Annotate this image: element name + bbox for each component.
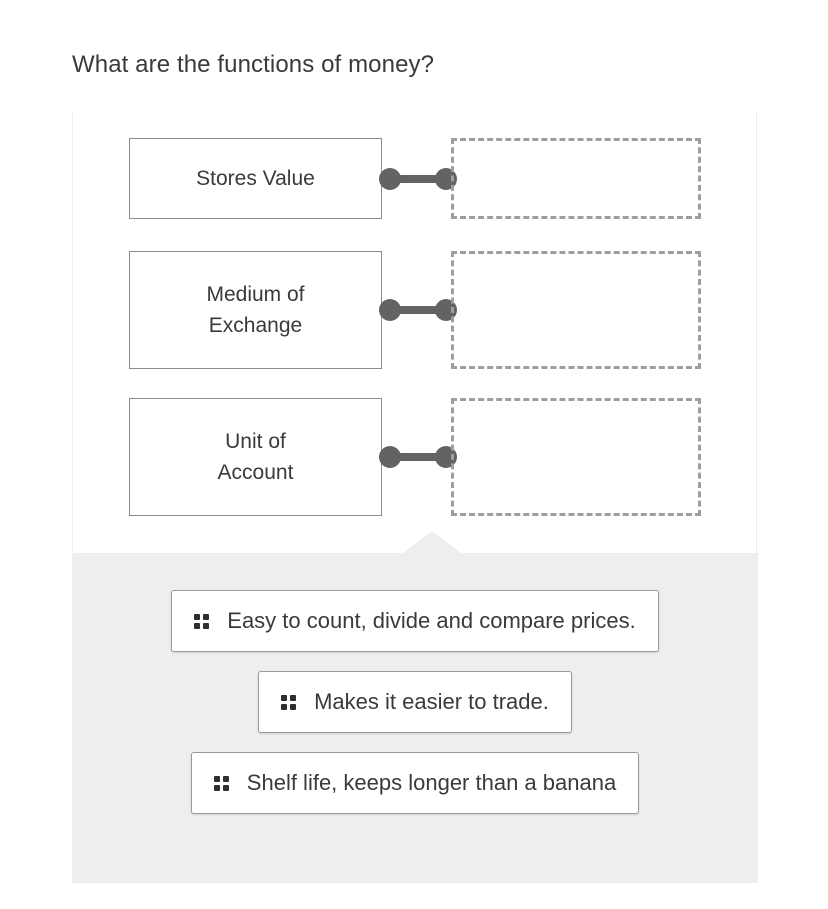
connector-bar <box>395 175 441 183</box>
drag-handle-dots-icon[interactable] <box>194 613 210 629</box>
matching-panel: Stores Value Medium of Exchange Unit of … <box>72 112 757 553</box>
connector-bar <box>395 306 441 314</box>
answer-option-label: Shelf life, keeps longer than a banana <box>246 770 617 795</box>
answer-option-card[interactable]: Easy to count, divide and compare prices… <box>171 590 659 652</box>
dumbbell-connector-icon <box>379 299 457 321</box>
prompt-box-unit-of-account: Unit of Account <box>129 398 382 516</box>
answer-option-label: Makes it easier to trade. <box>314 689 549 714</box>
answer-option-label: Easy to count, divide and compare prices… <box>227 608 636 633</box>
prompt-box-stores-value: Stores Value <box>129 138 382 219</box>
prompt-label: Unit of Account <box>217 430 294 484</box>
connector-knob-left <box>379 168 401 190</box>
dumbbell-connector-icon <box>379 446 457 468</box>
match-pair-row: Stores Value <box>73 138 756 219</box>
answer-options-tray: Easy to count, divide and compare prices… <box>72 531 758 883</box>
page-title: What are the functions of money? <box>72 51 435 78</box>
connector-knob-left <box>379 446 401 468</box>
answer-option-list: Easy to count, divide and compare prices… <box>72 590 758 814</box>
match-pair-row: Medium of Exchange <box>73 251 756 369</box>
connector-bar <box>395 453 441 461</box>
tray-pointer-notch <box>403 531 461 553</box>
drag-handle-dots-icon[interactable] <box>213 775 229 791</box>
connector-knob-left <box>379 299 401 321</box>
prompt-box-medium-of-exchange: Medium of Exchange <box>129 251 382 369</box>
drop-zone-medium-of-exchange[interactable] <box>451 251 701 369</box>
prompt-label: Stores Value <box>196 167 315 190</box>
dumbbell-connector-icon <box>379 168 457 190</box>
prompt-label: Medium of Exchange <box>206 283 305 337</box>
match-pair-row: Unit of Account <box>73 398 756 516</box>
drop-zone-unit-of-account[interactable] <box>451 398 701 516</box>
drop-zone-stores-value[interactable] <box>451 138 701 219</box>
drag-handle-dots-icon[interactable] <box>281 694 297 710</box>
answer-option-card[interactable]: Makes it easier to trade. <box>258 671 572 733</box>
answer-option-card[interactable]: Shelf life, keeps longer than a banana <box>190 752 640 814</box>
